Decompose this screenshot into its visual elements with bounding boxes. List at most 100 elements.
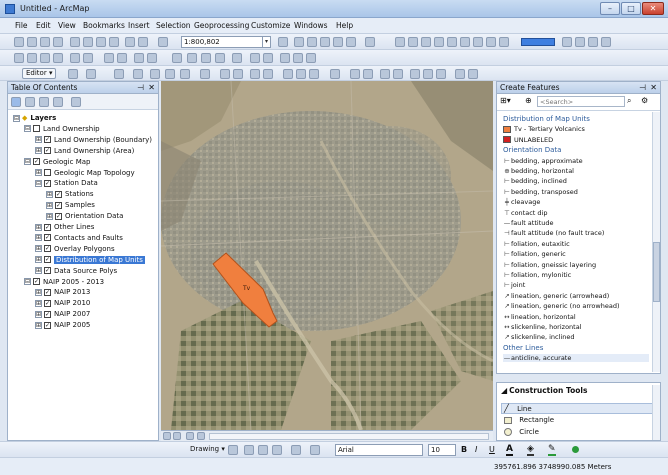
- maximize-button[interactable]: □: [621, 2, 641, 15]
- close-icon[interactable]: ✕: [650, 82, 657, 93]
- clear-selection-icon[interactable]: [147, 53, 157, 63]
- map-view[interactable]: Tv: [161, 81, 493, 430]
- settings-icon[interactable]: ⚙: [641, 96, 648, 105]
- feature-template-item[interactable]: ╪ cleavage: [503, 198, 540, 206]
- print-icon[interactable]: [53, 37, 63, 47]
- toc-row[interactable]: ⊟ ✓ Station Data: [35, 178, 98, 188]
- collapse-icon[interactable]: ⊟: [24, 125, 31, 133]
- list-by-selection-icon[interactable]: [53, 97, 63, 107]
- toc-row[interactable]: ⊟ Land Ownership: [24, 124, 100, 134]
- feature-template-item[interactable]: UNLABELED: [503, 136, 553, 144]
- expand-icon[interactable]: ⊞: [35, 136, 42, 144]
- menu-view[interactable]: View: [58, 21, 76, 30]
- text-tool-icon[interactable]: [291, 445, 301, 455]
- topology-icon[interactable]: [423, 69, 433, 79]
- topology-icon[interactable]: [393, 69, 403, 79]
- visibility-checkbox[interactable]: ✓: [55, 190, 62, 198]
- layout-view-icon[interactable]: [173, 432, 181, 440]
- add-data-icon[interactable]: [158, 37, 168, 47]
- visibility-checkbox[interactable]: ✓: [44, 267, 51, 275]
- route-icon[interactable]: [263, 53, 273, 63]
- feature-template-item[interactable]: ⊢foliation, mylonitic: [503, 271, 571, 279]
- toc-row[interactable]: ⊞ ✓ Land Ownership (Boundary): [35, 135, 152, 145]
- expand-icon[interactable]: ⊞: [35, 169, 42, 176]
- menu-insert[interactable]: Insert: [128, 21, 150, 30]
- menu-geoprocessing[interactable]: Geoprocessing: [194, 21, 249, 30]
- redo-icon[interactable]: [138, 37, 148, 47]
- edit-tool-icon[interactable]: [68, 69, 78, 79]
- select-features-icon[interactable]: [134, 53, 144, 63]
- copy-icon[interactable]: [83, 37, 93, 47]
- expand-icon[interactable]: ⊞: [46, 212, 53, 220]
- tool-circle[interactable]: Circle: [501, 428, 653, 439]
- menu-file[interactable]: File: [15, 21, 28, 30]
- list-by-visibility-icon[interactable]: [39, 97, 49, 107]
- menu-edit[interactable]: Edit: [36, 21, 51, 30]
- toc-row[interactable]: ⊞ ✓ Samples: [46, 200, 95, 210]
- topology-icon[interactable]: [436, 69, 446, 79]
- expand-icon[interactable]: ⊞: [35, 223, 42, 231]
- layout-tool-icon[interactable]: [434, 37, 444, 47]
- toc-row[interactable]: ⊞ ✓ Land Ownership (Area): [35, 146, 134, 156]
- arctoolbox-icon[interactable]: [333, 37, 343, 47]
- pan-icon[interactable]: [40, 53, 50, 63]
- visibility-checkbox[interactable]: ✓: [44, 299, 51, 307]
- list-by-source-icon[interactable]: [25, 97, 35, 107]
- visibility-checkbox[interactable]: ✓: [44, 321, 51, 329]
- minimize-button[interactable]: –: [600, 2, 620, 15]
- drawing-menu[interactable]: Drawing ▾: [190, 445, 225, 453]
- undo-icon[interactable]: [125, 37, 135, 47]
- tool-line[interactable]: ╱ Line: [501, 403, 653, 414]
- rectangle-draw-icon[interactable]: [272, 445, 282, 455]
- create-features-icon[interactable]: [233, 69, 243, 79]
- toc-row[interactable]: ⊞ ✓ Stations: [46, 189, 94, 199]
- expand-icon[interactable]: ⊞: [46, 190, 53, 198]
- visibility-checkbox[interactable]: ✓: [44, 179, 51, 187]
- full-extent-icon[interactable]: [53, 53, 63, 63]
- expand-icon[interactable]: ⊞: [35, 288, 42, 296]
- toc-row[interactable]: ⊞ ✓ Orientation Data: [46, 211, 123, 221]
- model-builder-icon[interactable]: [365, 37, 375, 47]
- attributes-icon[interactable]: [220, 69, 230, 79]
- layout-tool-icon[interactable]: [601, 37, 611, 47]
- go-to-xy-icon[interactable]: [280, 53, 290, 63]
- cut-polygons-icon[interactable]: [165, 69, 175, 79]
- search-window-icon[interactable]: [320, 37, 330, 47]
- topology-icon[interactable]: [296, 69, 306, 79]
- layout-tool-icon[interactable]: [460, 37, 470, 47]
- feature-template-item[interactable]: —anticline, accurate: [503, 354, 649, 363]
- toc-row[interactable]: ⊞ ✓ Other Lines: [35, 222, 94, 232]
- toc-row[interactable]: ⊟ ✓ Geologic Map: [24, 157, 90, 167]
- fill-color-icon[interactable]: ◈: [527, 444, 534, 456]
- topology-icon[interactable]: [283, 69, 293, 79]
- edit-vertices-icon[interactable]: [310, 445, 320, 455]
- feature-template-item[interactable]: ⊢foliation, gneissic layering: [503, 261, 596, 269]
- zoom-to-selected-icon[interactable]: [258, 445, 268, 455]
- chevron-down-icon[interactable]: ▾: [262, 37, 270, 47]
- expand-icon[interactable]: ⊞: [35, 310, 42, 318]
- feature-template-item[interactable]: ⊣fault attitude (no fault trace): [503, 229, 604, 237]
- catalog-icon[interactable]: [307, 37, 317, 47]
- list-by-drawing-order-icon[interactable]: [11, 97, 21, 107]
- color-swatch-icon[interactable]: [521, 38, 555, 46]
- visibility-checkbox[interactable]: [33, 125, 40, 133]
- refresh-icon[interactable]: [186, 432, 194, 440]
- viewer-icon[interactable]: [306, 53, 316, 63]
- collapse-icon[interactable]: ⊟: [35, 179, 42, 187]
- feature-template-item[interactable]: ⊢bedding, approximate: [503, 157, 582, 165]
- toc-row[interactable]: ⊞ ✓ Distribution of Map Units: [35, 255, 145, 265]
- delete-icon[interactable]: [109, 37, 119, 47]
- layout-tool-icon[interactable]: [395, 37, 405, 47]
- pin-icon[interactable]: ⊣: [639, 82, 646, 93]
- feature-template-item[interactable]: Tv - Tertiary Volcanics: [503, 125, 585, 133]
- visibility-checkbox[interactable]: ✓: [44, 256, 51, 264]
- time-slider-icon[interactable]: [293, 53, 303, 63]
- expand-icon[interactable]: ⊞: [35, 147, 42, 155]
- feature-template-item[interactable]: ⊢bedding, transposed: [503, 188, 578, 196]
- expand-icon[interactable]: ⊞: [35, 267, 42, 275]
- measure-icon[interactable]: [232, 53, 242, 63]
- toc-row[interactable]: ⊞ ✓ Overlay Polygons: [35, 244, 115, 254]
- topology-icon[interactable]: [380, 69, 390, 79]
- expand-icon[interactable]: ⊞: [35, 234, 42, 242]
- scrollbar-thumb[interactable]: [653, 242, 660, 302]
